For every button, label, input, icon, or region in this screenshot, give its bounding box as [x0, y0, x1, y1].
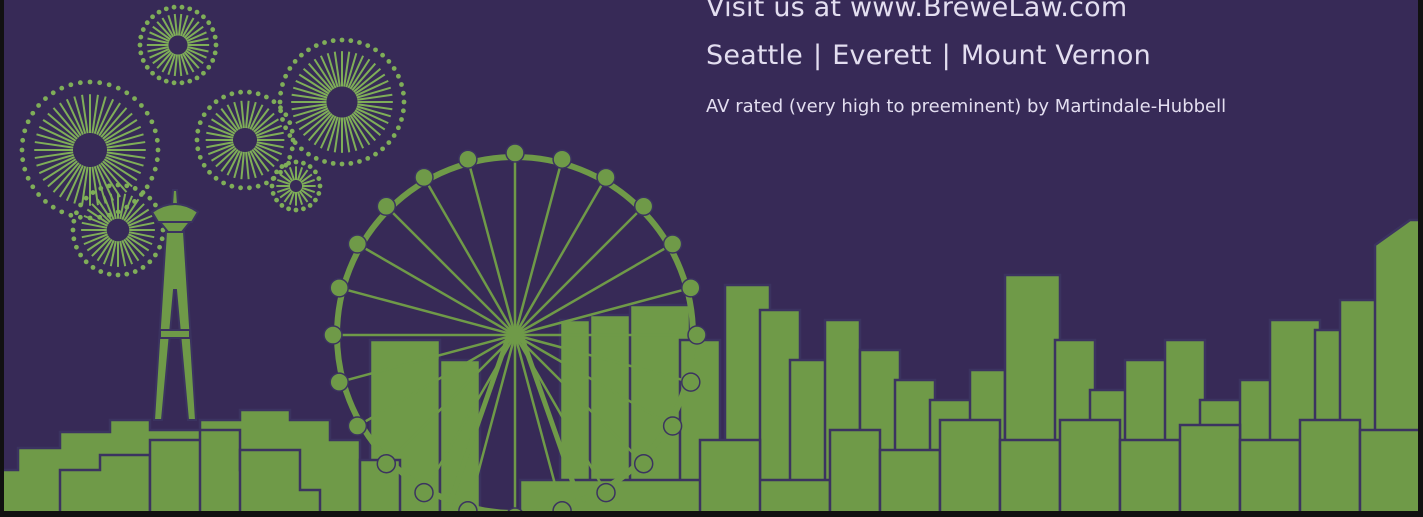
office-everett: Everett	[832, 40, 932, 71]
office-separator: |	[812, 40, 823, 71]
office-mount-vernon: Mount Vernon	[960, 40, 1151, 71]
seattle-skyline-illustration	[0, 0, 1423, 517]
rating-line: AV rated (very high to preeminent) by Ma…	[706, 96, 1227, 117]
website-line: Visit us at www.BreweLaw.com	[706, 0, 1128, 23]
ad-banner: Visit us at www.BreweLaw.com Seattle | Eve…	[0, 0, 1423, 517]
office-separator: |	[941, 40, 951, 71]
office-locations: Seattle | Everett | Mount Vernon	[706, 40, 1151, 71]
office-seattle: Seattle	[706, 40, 803, 71]
